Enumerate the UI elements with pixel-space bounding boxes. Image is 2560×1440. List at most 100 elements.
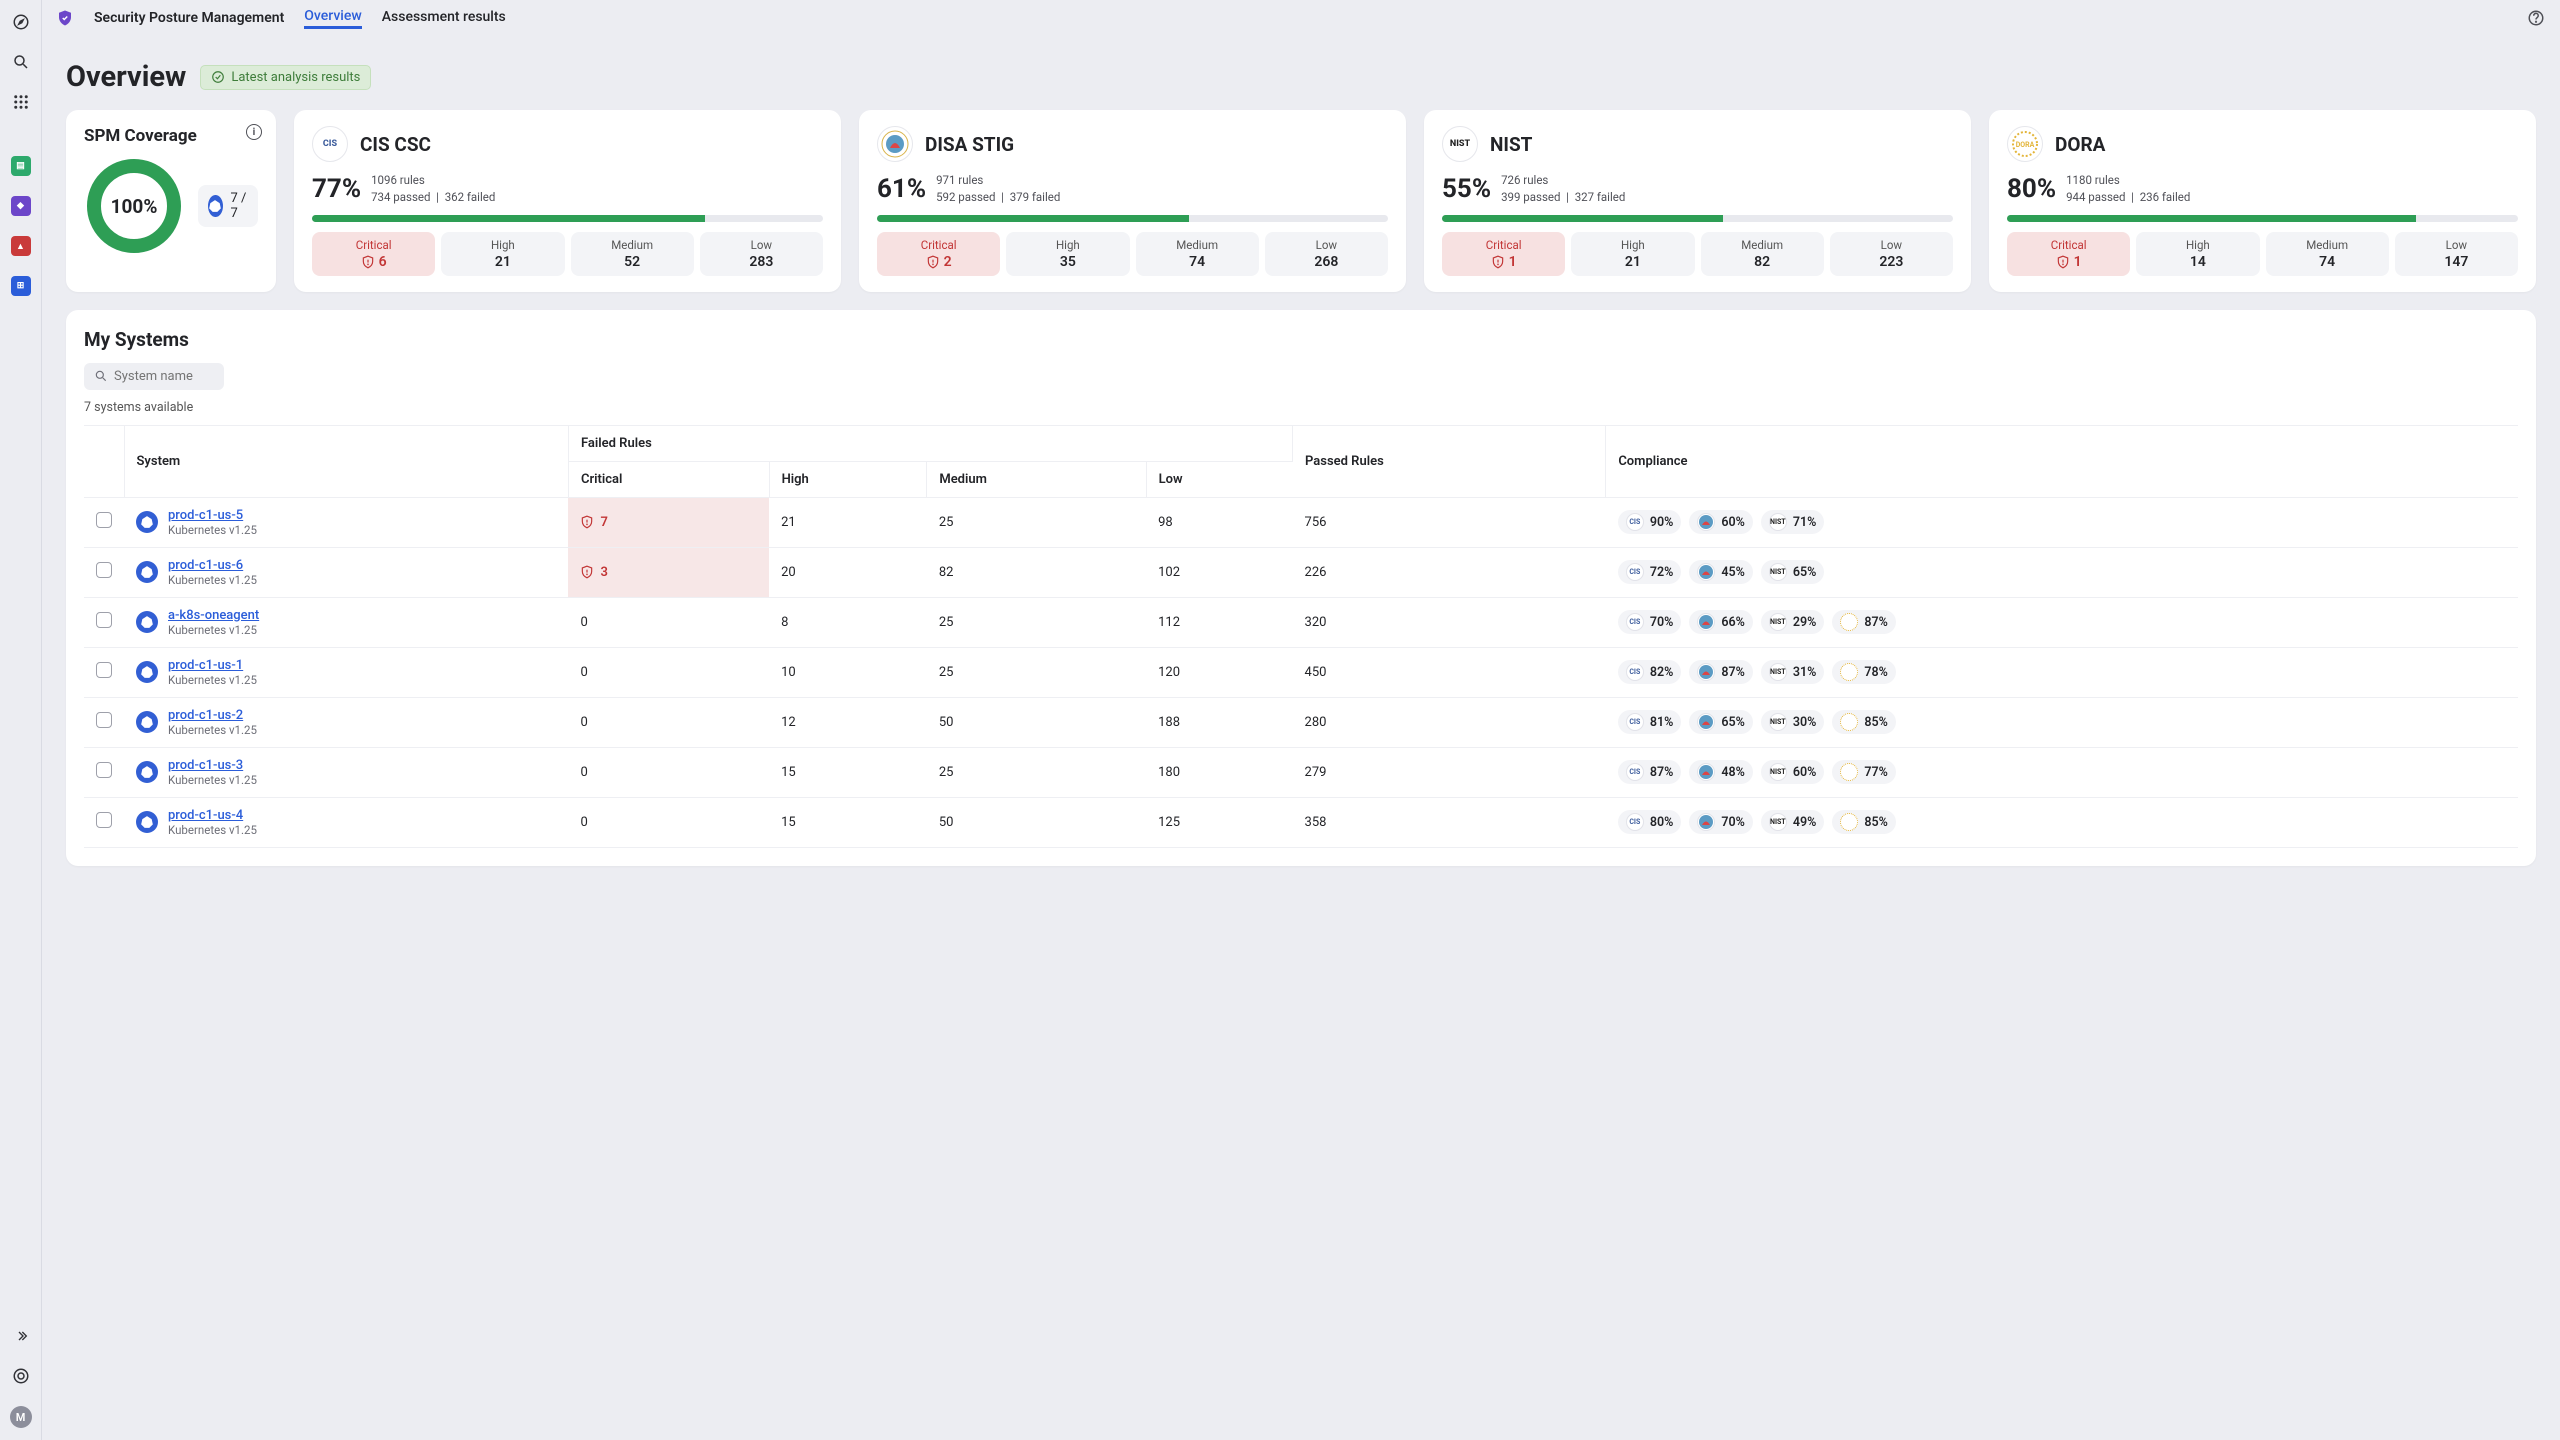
shield-alert-icon [926, 255, 940, 269]
sev-critical[interactable]: Critical1 [1442, 232, 1565, 276]
col-failed: Failed Rules [568, 425, 1292, 461]
framework-stats: 1180 rules944 passed | 236 failed [2066, 172, 2190, 207]
systems-table: System Failed Rules Passed Rules Complia… [84, 425, 2518, 848]
info-icon[interactable]: i [246, 124, 262, 140]
system-link[interactable]: prod-c1-us-3 [168, 758, 257, 773]
search-input-wrap[interactable] [84, 363, 224, 390]
tab-assessment[interactable]: Assessment results [382, 9, 506, 27]
sev-medium[interactable]: Medium52 [571, 232, 694, 276]
cell-high: 20 [769, 547, 927, 597]
row-checkbox[interactable] [96, 812, 112, 828]
system-link[interactable]: prod-c1-us-5 [168, 508, 257, 523]
row-checkbox[interactable] [96, 712, 112, 728]
compliance-chip: CIS80% [1618, 810, 1682, 834]
app-badge-purple[interactable]: ◆ [11, 196, 31, 216]
search-icon[interactable] [11, 52, 31, 72]
compliance-chip: NIST65% [1761, 560, 1825, 584]
app-badge-red[interactable]: ▲ [11, 236, 31, 256]
coverage-donut: 100% [84, 156, 184, 256]
k8s-chip: 7 / 7 [198, 185, 258, 227]
app-title: Security Posture Management [94, 10, 284, 26]
sev-medium[interactable]: Medium74 [2266, 232, 2389, 276]
col-low[interactable]: Low [1146, 461, 1292, 497]
compliance-chip: NIST49% [1761, 810, 1825, 834]
row-checkbox[interactable] [96, 662, 112, 678]
avatar[interactable]: M [10, 1406, 32, 1428]
row-checkbox[interactable] [96, 762, 112, 778]
system-link[interactable]: prod-c1-us-1 [168, 658, 257, 673]
compliance-chip: CIS70% [1618, 610, 1682, 634]
cis-mini-icon: CIS [1626, 813, 1644, 831]
framework-name: DISA STIG [925, 133, 1014, 156]
framework-stats: 971 rules592 passed | 379 failed [936, 172, 1060, 207]
check-circle-icon [211, 70, 225, 84]
dora-mini-icon [1840, 763, 1858, 781]
expand-icon[interactable] [11, 1326, 31, 1346]
compass-icon[interactable] [11, 12, 31, 32]
row-checkbox[interactable] [96, 612, 112, 628]
shield-icon [56, 9, 74, 27]
sev-high[interactable]: High35 [1006, 232, 1129, 276]
framework-card-2[interactable]: NISTNIST55%726 rules399 passed | 327 fai… [1424, 110, 1971, 292]
disa-mini-icon [1697, 713, 1715, 731]
kubernetes-icon [208, 199, 222, 213]
sev-critical[interactable]: Critical2 [877, 232, 1000, 276]
cell-critical: 0 [568, 747, 769, 797]
k8s-row-icon [136, 561, 158, 583]
sev-medium[interactable]: Medium74 [1136, 232, 1259, 276]
system-link[interactable]: prod-c1-us-2 [168, 708, 257, 723]
search-input[interactable] [114, 369, 214, 384]
framework-pct: 77% [312, 174, 361, 204]
cis-mini-icon: CIS [1626, 563, 1644, 581]
sev-low[interactable]: Low268 [1265, 232, 1388, 276]
cell-compliance: CIS72%45%NIST65% [1606, 547, 2518, 597]
row-checkbox[interactable] [96, 512, 112, 528]
cell-low: 102 [1146, 547, 1292, 597]
cell-critical: 3 [568, 547, 769, 597]
framework-card-1[interactable]: DISA STIG61%971 rules592 passed | 379 fa… [859, 110, 1406, 292]
help-icon[interactable] [11, 1366, 31, 1386]
compliance-chip: 85% [1832, 710, 1896, 734]
table-row: prod-c1-us-2Kubernetes v1.2501250188280C… [84, 697, 2518, 747]
table-row: prod-c1-us-6Kubernetes v1.2532082102226C… [84, 547, 2518, 597]
framework-bar [312, 215, 823, 222]
compliance-chip: NIST71% [1761, 510, 1825, 534]
system-link[interactable]: a-k8s-oneagent [168, 608, 259, 623]
system-link[interactable]: prod-c1-us-4 [168, 808, 257, 823]
apps-icon[interactable] [11, 92, 31, 112]
framework-name: NIST [1490, 133, 1532, 156]
framework-card-0[interactable]: CISCIS CSC77%1096 rules734 passed | 362 … [294, 110, 841, 292]
cell-high: 15 [769, 797, 927, 847]
col-critical[interactable]: Critical [568, 461, 769, 497]
disa-mini-icon [1697, 613, 1715, 631]
sev-high[interactable]: High14 [2136, 232, 2259, 276]
tab-overview[interactable]: Overview [304, 8, 361, 29]
col-medium[interactable]: Medium [927, 461, 1146, 497]
cell-medium: 50 [927, 697, 1146, 747]
framework-card-3[interactable]: DORADORA80%1180 rules944 passed | 236 fa… [1989, 110, 2536, 292]
sev-low[interactable]: Low223 [1830, 232, 1953, 276]
sev-low[interactable]: Low283 [700, 232, 823, 276]
system-link[interactable]: prod-c1-us-6 [168, 558, 257, 573]
sev-critical[interactable]: Critical1 [2007, 232, 2130, 276]
col-high[interactable]: High [769, 461, 927, 497]
help-circle-icon[interactable] [2526, 8, 2546, 28]
sev-critical[interactable]: Critical6 [312, 232, 435, 276]
app-badge-blue[interactable]: ⊞ [11, 276, 31, 296]
sev-medium[interactable]: Medium82 [1701, 232, 1824, 276]
sev-high[interactable]: High21 [441, 232, 564, 276]
sev-low[interactable]: Low147 [2395, 232, 2518, 276]
nist-mini-icon: NIST [1769, 663, 1787, 681]
coverage-card: iSPM Coverage100%7 / 7 [66, 110, 276, 292]
shield-alert-icon [2056, 255, 2070, 269]
compliance-chip: 65% [1689, 710, 1753, 734]
disa-mini-icon [1697, 563, 1715, 581]
compliance-chip: NIST29% [1761, 610, 1825, 634]
app-badge-green[interactable]: ▤ [11, 156, 31, 176]
col-passed[interactable]: Passed Rules [1293, 425, 1606, 497]
col-system[interactable]: System [124, 425, 568, 497]
system-meta: Kubernetes v1.25 [168, 773, 257, 787]
sev-high[interactable]: High21 [1571, 232, 1694, 276]
row-checkbox[interactable] [96, 562, 112, 578]
framework-name: CIS CSC [360, 133, 431, 156]
